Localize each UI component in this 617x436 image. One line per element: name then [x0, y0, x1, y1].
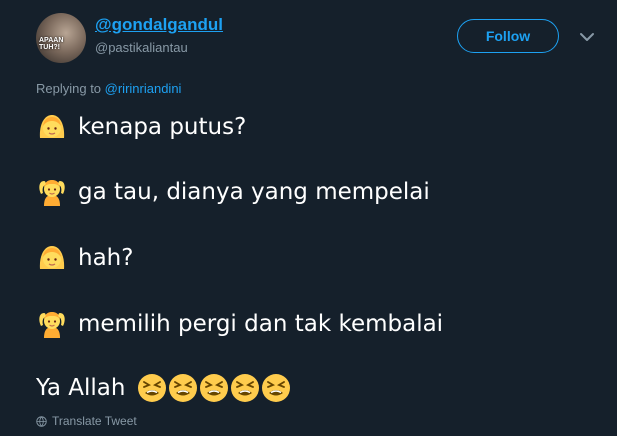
- tired-face-emoji: [169, 374, 198, 402]
- tired-face-emoji: [138, 374, 167, 402]
- user-handle[interactable]: @pastikaliantau: [95, 40, 188, 55]
- avatar[interactable]: APAAN TUH?!: [36, 13, 86, 63]
- tweet-line: Ya Allah: [36, 371, 292, 405]
- translate-tweet-label: Translate Tweet: [52, 414, 137, 428]
- display-name-link[interactable]: @gondalgandul: [95, 15, 223, 35]
- replying-to-label: Replying to: [36, 81, 105, 96]
- person-blond-hair-emoji: [39, 246, 65, 269]
- tweet-line-text: memilih pergi dan tak kembalai: [78, 311, 444, 337]
- follow-button[interactable]: Follow: [457, 19, 559, 53]
- tweet-line: hah?: [36, 241, 133, 275]
- chevron-down-icon[interactable]: [578, 30, 596, 44]
- tired-face-emoji-row: [137, 373, 292, 403]
- tweet-card: APAAN TUH?! @gondalgandul @pastikalianta…: [0, 0, 617, 436]
- tweet-line-text: Ya Allah: [36, 375, 126, 401]
- tired-face-emoji: [200, 374, 229, 402]
- tired-face-emoji: [262, 374, 291, 402]
- tweet-line-text: kenapa putus?: [78, 114, 247, 140]
- tweet-line: ga tau, dianya yang mempelai: [36, 175, 430, 209]
- person-blond-hair-emoji: [39, 115, 65, 138]
- tweet-line-text: hah?: [78, 245, 134, 271]
- tweet-line: kenapa putus?: [36, 110, 246, 144]
- tweet-line-text: ga tau, dianya yang mempelai: [78, 179, 430, 205]
- person-gesturing-ok-emoji: [39, 312, 65, 338]
- translate-tweet-link[interactable]: Translate Tweet: [36, 414, 137, 428]
- reply-mention-link[interactable]: @ririnriandini: [105, 81, 182, 96]
- avatar-caption: APAAN TUH?!: [39, 37, 64, 51]
- globe-icon: [36, 415, 47, 427]
- tired-face-emoji: [231, 374, 260, 402]
- replying-to: Replying to @ririnriandini: [36, 81, 181, 96]
- tweet-line: memilih pergi dan tak kembalai: [36, 307, 443, 341]
- person-gesturing-ok-emoji: [39, 180, 65, 206]
